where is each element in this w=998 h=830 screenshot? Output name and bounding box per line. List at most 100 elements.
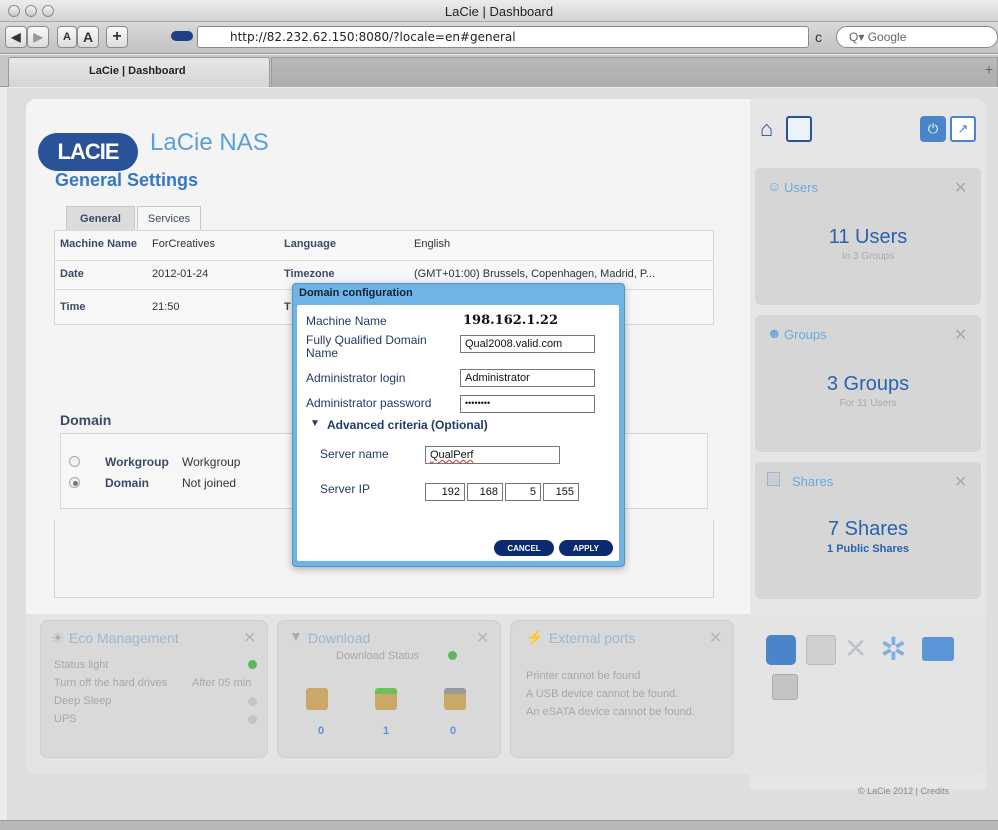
fqdn-input[interactable]: Qual2008.valid.com xyxy=(460,335,595,353)
new-tab-button[interactable]: + xyxy=(985,61,993,77)
server-ip-label: Server IP xyxy=(320,482,371,496)
workgroup-option-value: Workgroup xyxy=(182,455,241,469)
address-bar[interactable]: http://82.232.62.150:8080/?locale=en#gen… xyxy=(197,26,809,48)
shares-widget-title: Shares xyxy=(792,474,834,489)
domain-heading: Domain xyxy=(60,412,112,428)
download-status-label: Download Status xyxy=(336,650,420,662)
tools-icon[interactable]: ✕ xyxy=(844,632,867,665)
server-name-input[interactable]: QualPerf xyxy=(425,446,560,464)
status-light-indicator xyxy=(248,660,257,669)
text-larger-button[interactable]: A xyxy=(77,26,99,48)
time-label: Time xyxy=(60,301,86,313)
download-count: 0 xyxy=(450,725,457,737)
workgroup-radio[interactable] xyxy=(69,456,80,467)
search-icon[interactable] xyxy=(786,116,812,142)
back-button[interactable]: ◀ xyxy=(5,26,27,48)
workgroup-option-label: Workgroup xyxy=(105,455,169,469)
close-icon[interactable]: ✕ xyxy=(954,325,967,345)
date-label: Date xyxy=(60,268,84,280)
advanced-criteria-toggle[interactable]: Advanced criteria (Optional) xyxy=(327,418,488,432)
download-paused-icon xyxy=(444,688,466,710)
home-icon[interactable]: ⌂ xyxy=(760,116,773,142)
shares-count: 7 Shares xyxy=(827,518,909,540)
page-title: General Settings xyxy=(55,170,199,190)
eco-row-label: Turn off the hard drives xyxy=(54,677,168,689)
deep-sleep-indicator xyxy=(248,697,257,706)
language-value: English xyxy=(414,238,451,250)
cancel-button[interactable]: CANCEL xyxy=(494,540,554,556)
lightbulb-icon: ☀ xyxy=(51,630,65,647)
users-sub: In 3 Groups xyxy=(841,251,895,262)
dialog-machine-name-label: Machine Name xyxy=(306,314,387,328)
domain-option-label: Domain xyxy=(105,476,150,490)
download-count: 1 xyxy=(383,725,390,737)
admin-login-input[interactable]: Administrator xyxy=(460,369,595,387)
server-ip-octet-2[interactable]: 168 xyxy=(467,483,503,501)
close-icon[interactable]: ✕ xyxy=(243,628,256,648)
brand-name: LaCie NAS xyxy=(150,129,269,156)
footer-credits[interactable]: © LaCie 2012 | Credits xyxy=(858,786,949,796)
dialog-machine-name-value: 198.162.1.22 xyxy=(463,313,558,328)
tab-services[interactable]: Services xyxy=(137,206,201,230)
settings-gear-icon[interactable]: ✲ xyxy=(880,630,907,668)
users-widget-title: Users xyxy=(784,180,818,195)
forward-button[interactable]: ▶ xyxy=(27,26,49,48)
power-icon[interactable]: ⏻ xyxy=(920,116,946,142)
search-input[interactable]: Q▾ Google xyxy=(836,26,998,48)
external-ports-title: External ports xyxy=(549,630,636,646)
timezone-label: Timezone xyxy=(284,268,335,280)
close-icon[interactable]: ✕ xyxy=(476,628,489,648)
browser-status-bar xyxy=(0,820,998,830)
users-icon: ☺ xyxy=(767,178,782,194)
server-ip-octet-1[interactable]: 192 xyxy=(425,483,465,501)
language-label: Language xyxy=(284,238,336,250)
download-complete-icon xyxy=(375,688,397,710)
add-bookmark-button[interactable]: + xyxy=(106,26,128,48)
external-port-status: An eSATA device cannot be found. xyxy=(526,706,695,718)
close-icon[interactable]: ✕ xyxy=(954,178,967,198)
eco-title: Eco Management xyxy=(69,630,179,646)
domain-option-value: Not joined xyxy=(182,476,237,490)
storage-icon[interactable] xyxy=(806,635,836,665)
browser-tab-active[interactable]: LaCie | Dashboard xyxy=(8,57,270,87)
file-browser-icon[interactable] xyxy=(766,635,796,665)
eco-row-label: Status light xyxy=(54,659,109,671)
admin-login-label: Administrator login xyxy=(306,371,406,385)
text-smaller-button[interactable]: A xyxy=(57,26,77,48)
eco-row-value: After 05 min xyxy=(192,677,252,689)
download-icon: ▼ xyxy=(289,628,303,644)
window-titlebar: LaCie | Dashboard xyxy=(0,0,998,22)
reload-icon[interactable]: c xyxy=(815,29,822,45)
browser-toolbar: ◀ ▶ A A + http://82.232.62.150:8080/?loc… xyxy=(0,22,998,54)
tab-general[interactable]: General xyxy=(66,206,135,230)
close-icon[interactable]: ✕ xyxy=(954,472,967,492)
shares-icon xyxy=(767,472,780,486)
eco-row-label: Deep Sleep xyxy=(54,695,112,707)
drive-icon[interactable] xyxy=(772,674,798,700)
apply-button[interactable]: APPLY xyxy=(559,540,613,556)
users-count: 11 Users xyxy=(828,226,908,248)
window-title: LaCie | Dashboard xyxy=(444,4,554,19)
row-divider xyxy=(54,260,714,261)
network-icon[interactable] xyxy=(922,637,954,661)
fqdn-label: Fully Qualified Domain Name xyxy=(306,333,427,360)
groups-icon: ☻ xyxy=(767,325,782,341)
download-queued-icon xyxy=(306,688,328,710)
eco-row-label: UPS xyxy=(54,713,77,725)
server-ip-octet-4[interactable]: 155 xyxy=(543,483,579,501)
close-icon[interactable]: ✕ xyxy=(709,628,722,648)
external-port-status: Printer cannot be found xyxy=(526,670,641,682)
admin-password-input[interactable]: •••••••• xyxy=(460,395,595,413)
domain-radio[interactable] xyxy=(69,477,80,488)
server-name-label: Server name xyxy=(320,447,389,461)
plug-icon: ⚡ xyxy=(526,629,544,645)
tab-strip: LaCie | Dashboard + xyxy=(0,55,998,87)
external-link-icon[interactable]: ↗ xyxy=(950,116,976,142)
site-globe-icon xyxy=(171,31,193,41)
dialog-title: Domain configuration xyxy=(299,287,413,299)
server-ip-octet-3[interactable]: 5 xyxy=(505,483,541,501)
advanced-toggle-icon[interactable]: ▼ xyxy=(310,418,320,429)
lacie-logo: LACIE xyxy=(38,133,138,171)
groups-sub: For 11 Users xyxy=(839,398,897,409)
ups-indicator xyxy=(248,715,257,724)
